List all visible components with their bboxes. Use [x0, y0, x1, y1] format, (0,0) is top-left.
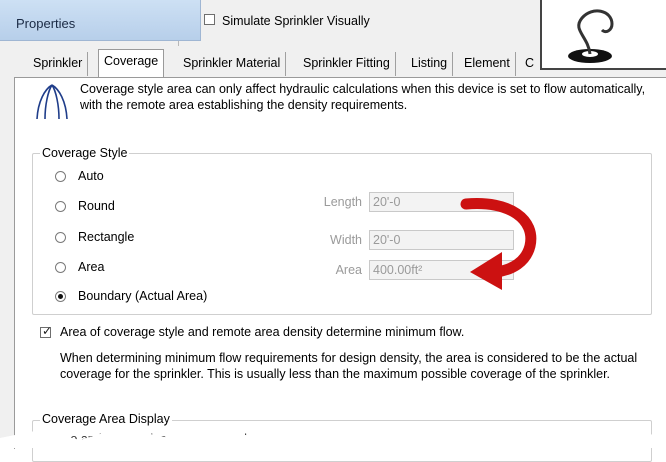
- radio-auto[interactable]: [55, 171, 66, 182]
- radio-boundary[interactable]: [55, 291, 66, 302]
- annotation-arrow: [460, 197, 537, 290]
- coverage-style-legend: Coverage Style: [40, 146, 130, 160]
- coverage-description: Coverage style area can only affect hydr…: [80, 82, 646, 112]
- radio-round[interactable]: [55, 201, 66, 212]
- radio-rectangle-label: Rectangle: [78, 230, 135, 244]
- radio-auto-label: Auto: [78, 169, 104, 183]
- tab-sprinkler[interactable]: Sprinkler: [28, 52, 89, 76]
- simulate-sprinkler-label: Simulate Sprinkler Visually: [222, 14, 370, 28]
- minimum-flow-note: When determining minimum flow requiremen…: [60, 351, 638, 381]
- minimum-flow-label: Area of coverage style and remote area d…: [60, 325, 465, 339]
- radio-area-label: Area: [78, 260, 105, 274]
- radio-area[interactable]: [55, 262, 66, 273]
- length-label: Length: [323, 195, 362, 209]
- torn-edge: [0, 426, 666, 448]
- radio-round-label: Round: [78, 199, 115, 213]
- sprinkler-coverage-icon: [36, 84, 68, 120]
- radio-rectangle[interactable]: [55, 232, 66, 243]
- area-label: Area: [335, 263, 362, 277]
- radio-boundary-label: Boundary (Actual Area): [78, 289, 208, 303]
- tab-listing[interactable]: Listing: [406, 52, 454, 76]
- radio-selected-dot: [58, 294, 63, 299]
- properties-dialog: Simulate Sprinkler Visually Properties S…: [0, 0, 666, 462]
- width-label: Width: [330, 233, 362, 247]
- simulate-sprinkler-checkbox[interactable]: [204, 14, 215, 25]
- tab-sprinkler-fitting[interactable]: Sprinkler Fitting: [298, 52, 396, 76]
- tab-more[interactable]: C: [520, 52, 539, 76]
- sprinkler-thumbnail-image: [540, 0, 666, 70]
- checkmark-icon: ✓: [42, 324, 53, 338]
- tab-coverage[interactable]: Coverage: [98, 49, 165, 77]
- minimum-flow-checkbox[interactable]: ✓: [40, 324, 53, 338]
- window-title: Properties: [16, 16, 76, 31]
- tab-sprinkler-material[interactable]: Sprinkler Material: [178, 52, 287, 76]
- tab-element[interactable]: Element: [459, 52, 516, 76]
